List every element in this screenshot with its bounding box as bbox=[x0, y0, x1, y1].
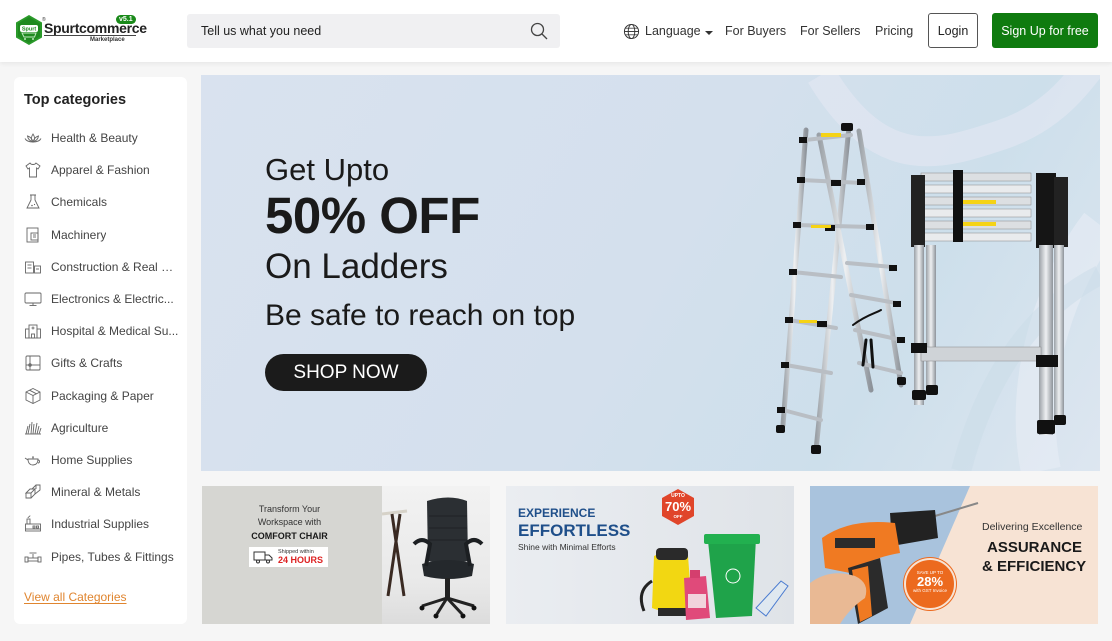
logo-divider bbox=[44, 35, 136, 36]
grass-icon bbox=[25, 421, 42, 435]
promo-headline: COMFORT CHAIR bbox=[251, 531, 328, 541]
truck-icon bbox=[253, 551, 273, 564]
badge-value: 28% bbox=[916, 574, 944, 589]
cordless-drill-image bbox=[810, 502, 979, 624]
box-icon bbox=[25, 387, 41, 404]
svg-text:Spurt: Spurt bbox=[22, 27, 37, 33]
promo-line-1: Delivering Excellence bbox=[982, 521, 1083, 533]
category-label: Packaging & Paper bbox=[51, 388, 154, 403]
caret-down-icon bbox=[704, 30, 713, 35]
discount-hex-badge: UPTO 70% OFF bbox=[660, 488, 696, 526]
tshirt-icon bbox=[25, 162, 41, 178]
version-badge: v5.1 bbox=[116, 15, 136, 24]
building-icon bbox=[25, 261, 41, 274]
badge-bottom: with GST Invoice bbox=[913, 588, 947, 593]
logo-subtitle: Marketplace bbox=[90, 37, 125, 43]
shipping-time: 24 HOURS bbox=[278, 555, 324, 565]
category-apparel-fashion[interactable]: Apparel & Fashion bbox=[24, 154, 179, 186]
hero-tagline: Be safe to reach on top bbox=[265, 299, 576, 332]
hero-line-1: Get Upto bbox=[265, 152, 390, 187]
category-gifts-crafts[interactable]: Gifts & Crafts bbox=[24, 347, 179, 379]
hero-discount: 50% OFF bbox=[265, 187, 480, 244]
nav-pricing[interactable]: Pricing bbox=[875, 24, 913, 38]
promo-tagline: Shine with Minimal Efforts bbox=[518, 542, 616, 552]
badge-value: 70% bbox=[664, 499, 692, 514]
login-button[interactable]: Login bbox=[928, 13, 978, 48]
save-badge: SAVE UP TO 28% with GST Invoice bbox=[904, 558, 956, 610]
monitor-icon bbox=[24, 292, 42, 306]
signup-button[interactable]: Sign Up for free bbox=[992, 13, 1098, 48]
category-hospital-medical[interactable]: Hospital & Medical Su... bbox=[24, 315, 179, 347]
promo-cleaning[interactable]: EXPERIENCE EFFORTLESS Shine with Minimal… bbox=[506, 486, 794, 624]
category-home-supplies[interactable]: Home Supplies bbox=[24, 444, 179, 476]
promo-line-1: EXPERIENCE bbox=[518, 506, 596, 520]
category-pipes-tubes[interactable]: Pipes, Tubes & Fittings bbox=[24, 540, 179, 572]
promo-drill[interactable]: SAVE UP TO 28% with GST Invoice Deliveri… bbox=[810, 486, 1098, 624]
category-label: Health & Beauty bbox=[51, 131, 138, 146]
shipping-badge: Shipped within 24 HOURS bbox=[249, 547, 328, 567]
category-label: Apparel & Fashion bbox=[51, 163, 150, 178]
office-chair-image bbox=[382, 497, 484, 619]
category-label: Pipes, Tubes & Fittings bbox=[51, 549, 174, 564]
category-label: Electronics & Electric... bbox=[51, 292, 174, 307]
cart-hexagon-logo-icon: Spurt bbox=[16, 15, 42, 45]
category-agriculture[interactable]: Agriculture bbox=[24, 412, 179, 444]
category-label: Machinery bbox=[51, 227, 107, 242]
category-packaging-paper[interactable]: Packaging & Paper bbox=[24, 380, 179, 412]
sidebar-title: Top categories bbox=[24, 92, 127, 108]
category-chemicals[interactable]: Chemicals bbox=[24, 186, 179, 218]
category-construction[interactable]: Construction & Real E... bbox=[24, 251, 179, 283]
lotus-icon bbox=[24, 133, 42, 143]
category-label: Construction & Real E... bbox=[51, 259, 179, 274]
category-label: Home Supplies bbox=[51, 452, 133, 467]
shop-now-button[interactable]: SHOP NOW bbox=[265, 354, 427, 391]
nav-for-buyers[interactable]: For Buyers bbox=[725, 24, 786, 38]
nav-for-sellers[interactable]: For Sellers bbox=[800, 24, 860, 38]
cleaning-products-image bbox=[639, 534, 789, 620]
promo-line-1: Transform Your bbox=[258, 504, 321, 514]
hero-banner[interactable]: Get Upto 50% OFF On Ladders Be safe to r… bbox=[201, 75, 1100, 471]
search-bar bbox=[187, 14, 560, 48]
category-label: Gifts & Crafts bbox=[51, 356, 123, 371]
category-label: Chemicals bbox=[51, 195, 108, 210]
category-label: Mineral & Metals bbox=[51, 485, 141, 500]
promo-comfort-chair[interactable]: Transform Your Workspace with COMFORT CH… bbox=[202, 486, 490, 624]
category-machinery[interactable]: Machinery bbox=[24, 219, 179, 251]
promo-line-2: Workspace with bbox=[257, 517, 322, 527]
gift-icon bbox=[25, 355, 41, 371]
category-label: Agriculture bbox=[51, 420, 109, 435]
search-input[interactable] bbox=[201, 14, 521, 48]
category-health-beauty[interactable]: Health & Beauty bbox=[24, 122, 179, 154]
category-list: Health & Beauty Apparel & Fashion Chemic… bbox=[24, 122, 179, 573]
top-header: Spurt ® Spurtcommerce v5.1 Marketplace L… bbox=[0, 0, 1112, 62]
teapot-icon bbox=[24, 456, 40, 466]
machine-icon bbox=[26, 227, 39, 243]
category-electronics[interactable]: Electronics & Electric... bbox=[24, 283, 179, 315]
hospital-icon bbox=[25, 324, 41, 339]
promo-headline: ASSURANCE bbox=[987, 539, 1083, 556]
flask-icon bbox=[26, 195, 40, 209]
category-label: Industrial Supplies bbox=[51, 517, 150, 532]
hero-line-3: On Ladders bbox=[265, 247, 448, 286]
categories-sidebar: Top categories Health & Beauty Apparel &… bbox=[14, 77, 187, 624]
promo-headline-2: & EFFICIENCY bbox=[982, 558, 1087, 575]
category-industrial-supplies[interactable]: Industrial Supplies bbox=[24, 508, 179, 540]
logo[interactable]: Spurt ® Spurtcommerce v5.1 Marketplace bbox=[13, 14, 147, 46]
pipe-valve-icon bbox=[24, 552, 42, 562]
badge-bottom: OFF bbox=[673, 514, 683, 519]
search-icon[interactable] bbox=[530, 22, 548, 40]
language-selector[interactable]: Language bbox=[623, 0, 713, 62]
view-all-categories-link[interactable]: View all Categories bbox=[24, 590, 127, 604]
category-label: Hospital & Medical Su... bbox=[51, 324, 179, 339]
promo-headline: EFFORTLESS bbox=[518, 521, 631, 540]
ingots-icon bbox=[24, 484, 41, 499]
ladders-image bbox=[776, 123, 1068, 454]
globe-icon bbox=[623, 23, 640, 39]
category-mineral-metals[interactable]: Mineral & Metals bbox=[24, 476, 179, 508]
factory-icon bbox=[25, 515, 41, 532]
language-label: Language bbox=[645, 24, 701, 38]
